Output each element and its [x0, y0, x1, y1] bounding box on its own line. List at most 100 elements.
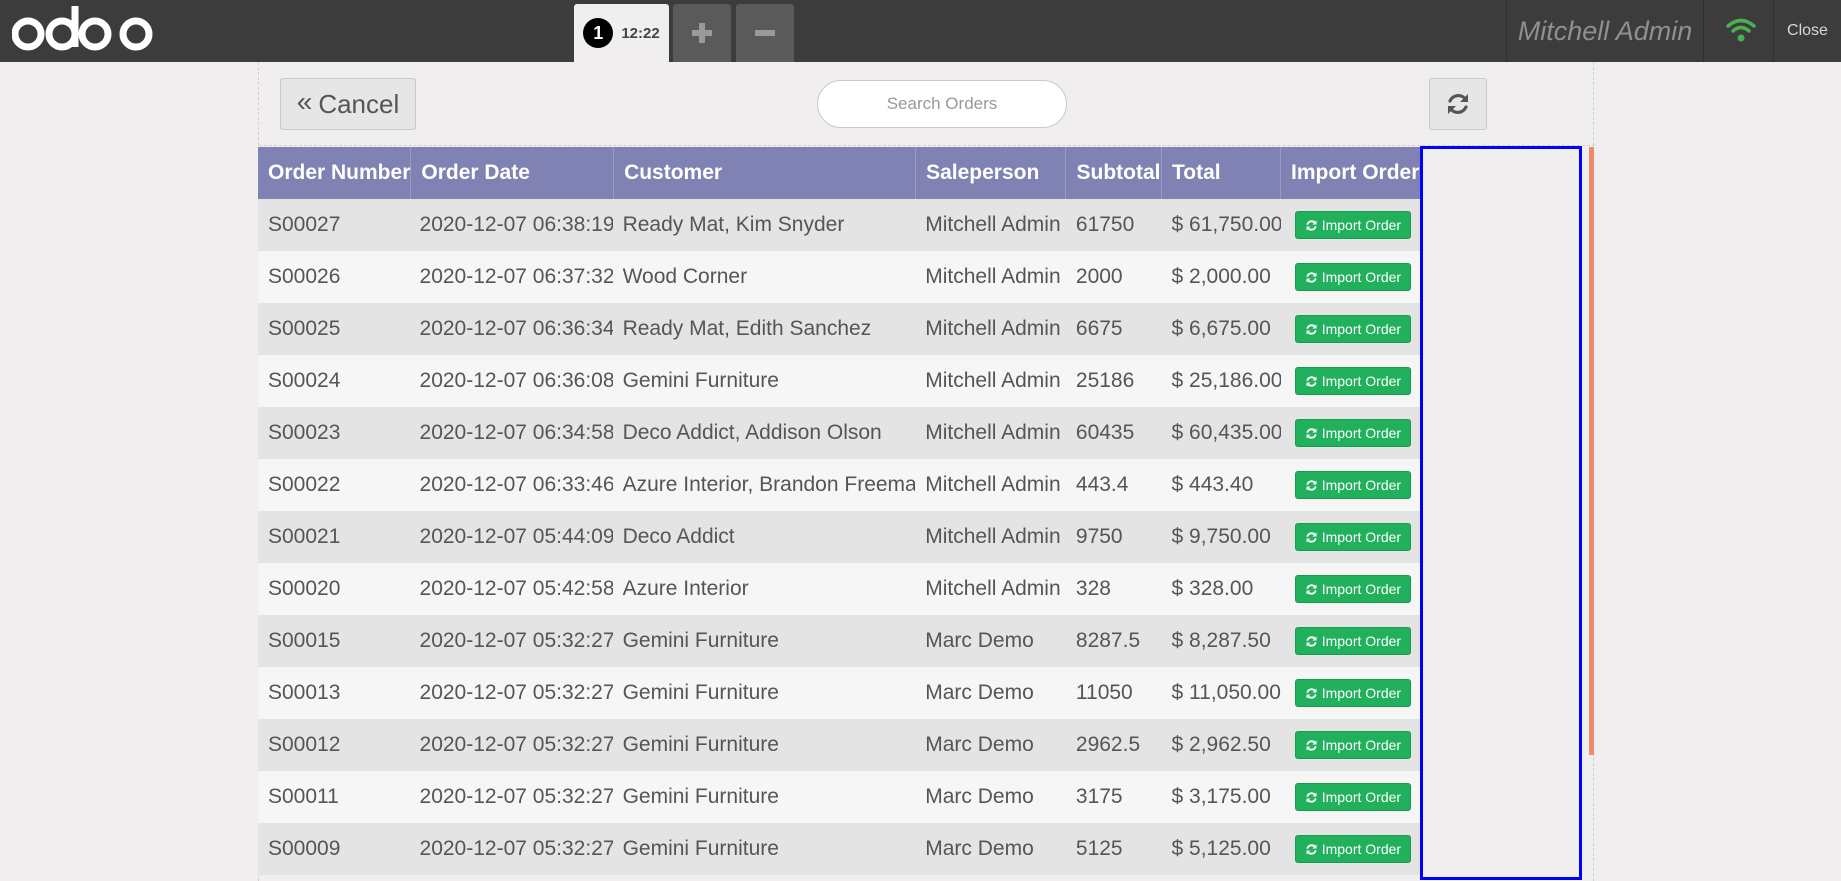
cell-order-number: S00024 [268, 369, 341, 392]
column-header-import-order: Import Order [1291, 161, 1420, 184]
cell-order-number: S00015 [268, 629, 341, 652]
wifi-icon[interactable] [1726, 17, 1756, 43]
cell-subtotal: 9750 [1075, 525, 1123, 548]
cell-import-order: Import Order [1281, 459, 1420, 511]
cell-salesperson: Mitchell Admin [925, 317, 1061, 340]
table-row[interactable]: S00020 2020-12-07 05:42:58 Azure Interior M… [258, 563, 1420, 615]
cell-salesperson: Marc Demo [925, 785, 1034, 808]
add-order-button[interactable] [673, 4, 731, 62]
table-row[interactable]: S00013 2020-12-07 05:32:27 Gemini Furnitur… [258, 667, 1420, 719]
cell-import-order: Import Order [1281, 303, 1420, 355]
cell-total: $ 328.00 [1171, 577, 1254, 600]
cell-import-order: Import Order [1281, 771, 1420, 823]
cell-salesperson: Mitchell Admin [925, 473, 1061, 496]
cell-salesperson: Mitchell Admin [925, 369, 1061, 392]
cell-import-order: Import Order [1281, 719, 1420, 771]
column-header-subtotal[interactable]: Subtotal [1066, 147, 1162, 199]
cell-salesperson: Mitchell Admin [925, 265, 1061, 288]
import-order-button[interactable]: Import Order [1294, 679, 1412, 707]
cell-customer: Ready Mat, Kim Snyder [622, 213, 845, 236]
import-order-button[interactable]: Import Order [1294, 211, 1412, 239]
cell-order-date: 2020-12-07 06:37:32 [419, 265, 613, 288]
column-header-order-number[interactable]: Order Number [258, 147, 412, 199]
refresh-icon [1306, 323, 1317, 335]
import-order-button[interactable]: Import Order [1294, 731, 1412, 759]
cell-order-number: S00021 [268, 525, 341, 548]
cell-customer: Azure Interior, Brandon Freeman [622, 473, 916, 496]
import-order-button[interactable]: Import Order [1294, 523, 1412, 551]
cell-subtotal: 8287.5 [1075, 629, 1141, 652]
cell-order-number: S00011 [268, 785, 339, 808]
cell-salesperson: Marc Demo [925, 837, 1034, 860]
import-order-button[interactable]: Import Order [1294, 835, 1412, 863]
cell-subtotal: 60435 [1075, 421, 1135, 444]
user-area[interactable]: Mitchell Admin [1506, 0, 1704, 62]
import-order-label: Import Order [1321, 685, 1402, 701]
table-row[interactable]: S00027 2020-12-07 06:38:19 Ready Mat, Kim … [258, 199, 1420, 251]
refresh-icon [1306, 427, 1317, 439]
import-order-button[interactable]: Import Order [1294, 367, 1412, 395]
cell-order-date: 2020-12-07 05:32:27 [419, 837, 613, 860]
cell-total: $ 2,962.50 [1171, 733, 1271, 756]
cell-total: $ 5,125.00 [1171, 837, 1271, 860]
close-label: Close [1787, 22, 1828, 39]
refresh-button[interactable] [1429, 78, 1487, 130]
cancel-button[interactable]: « Cancel [280, 78, 416, 130]
order-tab-number: 1 [583, 18, 614, 48]
cell-total: $ 3,175.00 [1171, 785, 1271, 808]
controls-bar: « Cancel [259, 62, 1595, 146]
table-row[interactable]: S00012 2020-12-07 05:32:27 Gemini Furnitur… [258, 719, 1420, 771]
table-row[interactable]: S00025 2020-12-07 06:36:34 Ready Mat, Edit… [258, 303, 1420, 355]
cell-order-date: 2020-12-07 05:32:27 [419, 733, 613, 756]
cell-import-order: Import Order [1281, 511, 1420, 563]
cell-subtotal: 2962.5 [1075, 733, 1141, 756]
cell-order-number: S00013 [268, 681, 341, 704]
table-row[interactable]: S00026 2020-12-07 06:37:32 Wood Corner Mitc… [258, 251, 1420, 303]
table-row[interactable]: S00009 2020-12-07 05:32:27 Gemini Furnitur… [258, 823, 1420, 875]
import-order-button[interactable]: Import Order [1294, 263, 1412, 291]
cell-order-date: 2020-12-07 05:32:27 [419, 681, 613, 704]
import-order-button[interactable]: Import Order [1294, 627, 1412, 655]
cell-import-order: Import Order [1281, 199, 1420, 251]
cell-salesperson: Mitchell Admin [925, 525, 1061, 548]
cell-import-order: Import Order [1281, 407, 1420, 459]
scrollbar[interactable] [1589, 147, 1594, 755]
import-order-label: Import Order [1321, 321, 1402, 337]
import-order-button[interactable]: Import Order [1294, 419, 1412, 447]
column-header-salesperson[interactable]: Saleperson [916, 147, 1067, 199]
cell-salesperson: Mitchell Admin [925, 213, 1061, 236]
order-tab[interactable]: 1 12:22 [574, 4, 669, 62]
column-header-customer[interactable]: Customer [614, 147, 917, 199]
table-row[interactable]: S00022 2020-12-07 06:33:46 Azure Interior,… [258, 459, 1420, 511]
close-button[interactable]: Close [1773, 0, 1841, 62]
cell-order-number: S00025 [268, 317, 341, 340]
import-order-label: Import Order [1321, 373, 1402, 389]
cell-subtotal: 61750 [1075, 213, 1135, 236]
cell-import-order: Import Order [1281, 667, 1420, 719]
table-row[interactable]: S00021 2020-12-07 05:44:09 Deco Addict Mitc… [258, 511, 1420, 563]
table-row[interactable]: S00024 2020-12-07 06:36:08 Gemini Furnitur… [258, 355, 1420, 407]
column-header-order-date[interactable]: Order Date [411, 147, 615, 199]
cell-subtotal: 6675 [1075, 317, 1123, 340]
table-row[interactable]: S00011 2020-12-07 05:32:27 Gemini Furnitur… [258, 771, 1420, 823]
import-order-button[interactable]: Import Order [1294, 783, 1412, 811]
cell-customer: Gemini Furniture [622, 629, 779, 652]
refresh-icon [1306, 739, 1317, 751]
import-order-button[interactable]: Import Order [1294, 315, 1412, 343]
search-input[interactable] [817, 80, 1067, 128]
table-row[interactable]: S00015 2020-12-07 05:32:27 Gemini Furnitur… [258, 615, 1420, 667]
cell-import-order: Import Order [1281, 615, 1420, 667]
import-order-button[interactable]: Import Order [1294, 575, 1412, 603]
refresh-icon [1306, 635, 1317, 647]
cell-salesperson: Mitchell Admin [925, 577, 1061, 600]
table-row[interactable]: S00023 2020-12-07 06:34:58 Deco Addict, Ad… [258, 407, 1420, 459]
cell-order-number: S00020 [268, 577, 341, 600]
column-header-total[interactable]: Total [1162, 147, 1282, 199]
cell-total: $ 11,050.00 [1171, 681, 1281, 704]
cell-total: $ 9,750.00 [1171, 525, 1271, 548]
import-order-label: Import Order [1321, 789, 1402, 805]
import-order-button[interactable]: Import Order [1294, 471, 1412, 499]
remove-order-button[interactable] [736, 4, 794, 62]
cell-salesperson: Marc Demo [925, 629, 1034, 652]
order-tab-time: 12:22 [621, 24, 660, 42]
